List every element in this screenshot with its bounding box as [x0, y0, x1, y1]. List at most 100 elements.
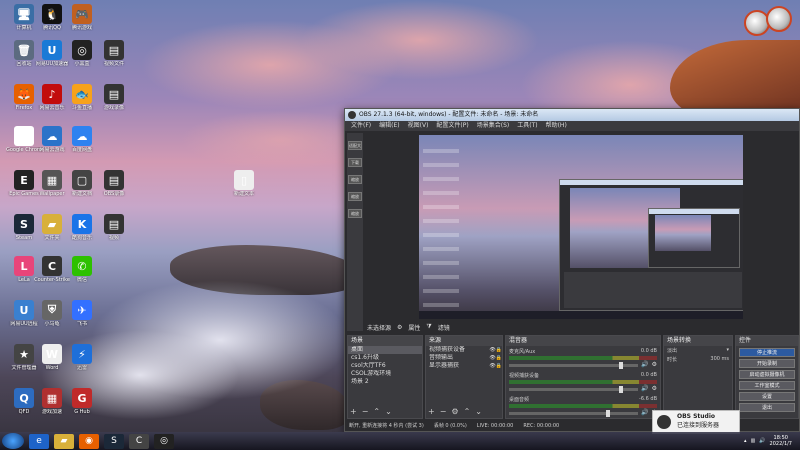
taskbar-explorer-icon[interactable]: ▰: [54, 433, 74, 449]
gear-icon[interactable]: ⚙: [652, 385, 657, 392]
scene-item[interactable]: 场景 2: [348, 378, 422, 386]
menu-item[interactable]: 编辑(E): [379, 121, 399, 131]
slider-knob[interactable]: [618, 386, 623, 393]
desktop-icon[interactable]: 🎮 腾讯游戏: [64, 4, 100, 31]
menu-item[interactable]: 帮助(H): [546, 121, 567, 131]
preview-nested-obs: [559, 179, 743, 311]
taskbar-steam-icon[interactable]: S: [104, 433, 124, 449]
desktop-icon[interactable]: ▤ 视频文件: [96, 40, 132, 67]
speaker-icon[interactable]: 🔊: [641, 385, 648, 392]
side-button[interactable]: 缩放: [348, 192, 362, 201]
add-scene-icon[interactable]: +: [350, 407, 357, 416]
control-button[interactable]: 停止推流: [739, 348, 795, 357]
control-button[interactable]: 工作室模式: [739, 381, 795, 390]
gear-icon[interactable]: ⚙: [652, 361, 657, 368]
app-icon: 🗑: [14, 40, 34, 60]
volume-slider[interactable]: [509, 410, 639, 417]
menu-item[interactable]: 工具(T): [517, 121, 537, 131]
control-button[interactable]: 启动虚拟摄像机: [739, 370, 795, 379]
menu-item[interactable]: 配置文件(P): [436, 121, 468, 131]
transition-duration[interactable]: 时长 300 ms: [664, 355, 732, 364]
desktop-icon[interactable]: ✆ 微信: [64, 256, 100, 283]
source-settings-icon[interactable]: ⚙: [451, 407, 458, 416]
scene-item[interactable]: csol大厅TF6: [348, 362, 422, 370]
obs-preview[interactable]: [419, 135, 743, 319]
app-icon: U: [14, 300, 34, 320]
taskbar-ie-icon[interactable]: e: [29, 433, 49, 449]
desktop-icon-label: 视频: [108, 235, 119, 241]
menu-item[interactable]: 视图(V): [408, 121, 429, 131]
obs-title-text: OBS 27.1.3 (64-bit, windows) - 配置文件: 未命名…: [359, 111, 539, 118]
slider-knob[interactable]: [605, 410, 610, 417]
desktop-icon[interactable]: ▤ 视频: [96, 214, 132, 241]
tray-arrow-icon[interactable]: ▴: [744, 438, 747, 444]
volume-slider[interactable]: [509, 386, 639, 393]
filter-icon[interactable]: ⧩: [426, 323, 431, 331]
desktop-icon[interactable]: ◎ 小黑盒: [64, 40, 100, 67]
volume-slider[interactable]: [509, 362, 639, 369]
gear-icon[interactable]: ⚙: [397, 324, 402, 331]
menu-item[interactable]: 文件(F): [351, 121, 371, 131]
desktop-gadget[interactable]: [744, 6, 792, 38]
slider-knob[interactable]: [618, 362, 623, 369]
source-item[interactable]: 视频捕获设备 👁🔒: [426, 346, 502, 354]
remove-scene-icon[interactable]: −: [362, 407, 369, 416]
desktop-icon[interactable]: 🐟 斗鱼直播: [64, 84, 100, 111]
source-item[interactable]: 显示器捕获 👁🔒: [426, 362, 502, 370]
taskbar-firefox-icon[interactable]: ◉: [79, 433, 99, 449]
sources-dock: 来源 视频捕获设备 👁🔒 音频输出 👁🔒 显示器捕获 👁🔒 + − ⚙ ⌃ ⌄: [425, 335, 503, 419]
side-button[interactable]: 下载: [348, 158, 362, 167]
speaker-icon[interactable]: 🔊: [641, 409, 648, 416]
transition-select[interactable]: 淡出 ▾: [664, 346, 732, 355]
desktop-icon[interactable]: ⚡ 迅雷: [64, 344, 100, 371]
speaker-icon[interactable]: 🔊: [641, 361, 648, 368]
desktop-icon[interactable]: ☁ 百度网盘: [64, 126, 100, 153]
add-source-icon[interactable]: +: [428, 407, 435, 416]
move-up-icon[interactable]: ⌃: [464, 407, 471, 416]
app-icon: ▦: [42, 170, 62, 190]
move-up-icon[interactable]: ⌃: [373, 407, 380, 416]
obs-title-bar[interactable]: OBS 27.1.3 (64-bit, windows) - 配置文件: 未命名…: [345, 109, 799, 121]
menu-item[interactable]: 场景集合(S): [477, 121, 510, 131]
desktop-icon[interactable]: ▤ 游戏录像: [96, 84, 132, 111]
move-down-icon[interactable]: ⌄: [385, 407, 392, 416]
eye-icon[interactable]: 👁🔒: [489, 346, 502, 354]
desktop-icon[interactable]: ▢ 新建文档: [64, 170, 100, 197]
scene-item[interactable]: 桌面: [348, 346, 422, 354]
volume-icon[interactable]: 🔊: [759, 438, 765, 444]
controls-dock: 控件 停止推流 开始录制 启动虚拟摄像机 工作室模式 设置 退出: [735, 335, 799, 419]
start-button[interactable]: [2, 433, 24, 449]
desktop-icon[interactable]: ▯ 新建文本: [226, 170, 262, 197]
scene-item[interactable]: CSOL游戏环境: [348, 370, 422, 378]
desktop-icon[interactable]: ▤ OBS录像: [96, 170, 132, 197]
eye-icon[interactable]: 👁🔒: [489, 354, 502, 362]
mixer-channel: 麦克风/Aux 0.0 dB 🔊 ⚙: [506, 346, 660, 370]
desktop-icon[interactable]: ✈ 飞书: [64, 300, 100, 327]
app-icon: 🦊: [14, 84, 34, 104]
app-icon: ▦: [42, 388, 62, 408]
move-down-icon[interactable]: ⌄: [475, 407, 482, 416]
obs-notification[interactable]: OBS Studio 已连接到服务器: [652, 410, 740, 434]
properties-button[interactable]: 属性: [408, 323, 420, 332]
side-button[interactable]: 缩放: [348, 209, 362, 218]
network-icon[interactable]: ▥: [751, 438, 756, 444]
clock[interactable]: 18:50 2022/1/7: [770, 435, 792, 447]
control-button[interactable]: 设置: [739, 392, 795, 401]
source-item[interactable]: 音频输出 👁🔒: [426, 354, 502, 362]
desktop-icon[interactable]: GG Hub: [64, 388, 100, 415]
scene-item[interactable]: cs1.6升级: [348, 354, 422, 362]
eye-icon[interactable]: 👁🔒: [489, 362, 502, 370]
side-button[interactable]: 缩放: [348, 175, 362, 184]
channel-name: 桌面音频: [509, 397, 530, 403]
desktop-icon[interactable]: K 酷狗音乐: [64, 214, 100, 241]
control-button[interactable]: 开始录制: [739, 359, 795, 368]
control-button[interactable]: 退出: [739, 403, 795, 412]
scenes-dock: 场景 桌面 cs1.6升级 csol大厅TF6 CSOL游戏环境 场景 2 + − ⌃ …: [347, 335, 423, 419]
remove-source-icon[interactable]: −: [440, 407, 447, 416]
duration-value: 300 ms: [710, 356, 729, 362]
taskbar-obs-icon[interactable]: ◎: [154, 433, 174, 449]
side-button[interactable]: 适配大小: [348, 141, 362, 150]
app-icon: W: [42, 344, 62, 364]
filters-button[interactable]: 滤镜: [438, 323, 450, 332]
taskbar-cs-icon[interactable]: C: [129, 433, 149, 449]
